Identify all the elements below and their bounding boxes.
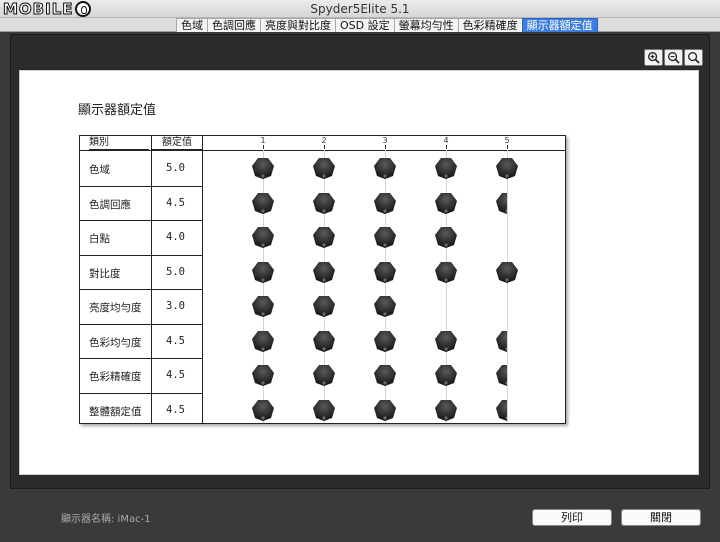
zoom-out-icon bbox=[668, 52, 680, 64]
row-category: 色彩均勻度 bbox=[89, 336, 142, 349]
rating-puck bbox=[435, 261, 457, 283]
rating-puck bbox=[435, 399, 457, 421]
rating-puck bbox=[374, 365, 396, 386]
rating-puck bbox=[435, 158, 457, 179]
zoom-fit-button[interactable] bbox=[684, 49, 703, 66]
scale-label-3: 3 bbox=[382, 136, 388, 145]
row-divider bbox=[80, 289, 202, 290]
display-name-label: 顯示器名稱: iMac-1 bbox=[61, 514, 151, 525]
rating-puck-half bbox=[496, 365, 507, 386]
print-button[interactable]: 列印 bbox=[532, 509, 612, 526]
rating-puck bbox=[252, 399, 274, 421]
rating-puck bbox=[496, 158, 518, 179]
rating-puck bbox=[313, 158, 335, 179]
scale-tick bbox=[446, 145, 447, 149]
rating-puck bbox=[374, 399, 396, 421]
scale-label-1: 1 bbox=[260, 136, 266, 145]
rating-puck bbox=[374, 330, 396, 352]
rating-puck bbox=[435, 227, 457, 248]
rating-puck bbox=[374, 158, 396, 179]
rating-puck bbox=[313, 227, 335, 248]
column-header-category: 類別 bbox=[89, 136, 149, 150]
row-divider bbox=[80, 254, 202, 256]
row-rating: 4.0 bbox=[166, 231, 185, 243]
row-rating: 5.0 bbox=[166, 162, 185, 174]
scale-tick bbox=[324, 145, 325, 149]
row-category: 亮度均勻度 bbox=[89, 302, 142, 314]
row-category: 色調回應 bbox=[89, 198, 131, 211]
rating-puck-half bbox=[496, 192, 507, 214]
tab-0[interactable]: 色域 bbox=[176, 18, 208, 32]
rating-puck bbox=[374, 192, 396, 214]
row-rating: 4.5 bbox=[166, 403, 185, 416]
row-category: 色彩精確度 bbox=[89, 371, 142, 383]
rating-puck bbox=[252, 227, 274, 248]
column-divider bbox=[151, 136, 152, 423]
rating-puck bbox=[252, 261, 274, 283]
row-rating: 3.0 bbox=[166, 300, 185, 312]
rating-table: 類別 額定值 1 2 3 4 5 色域 5.0 色調回應 4.5 白點 4.0 對比度 5.0 亮度均勻度… bbox=[79, 135, 566, 424]
rating-puck bbox=[313, 261, 335, 283]
zoom-controls bbox=[644, 49, 703, 66]
tab-list: 色域 色調回應 亮度與對比度 OSD 設定 螢幕均勻性 色彩精確度 顯示器額定值 bbox=[176, 18, 598, 32]
rating-puck bbox=[435, 192, 457, 214]
rating-puck bbox=[313, 330, 335, 352]
title-bar: MOBILE Spyder5Elite 5.1 bbox=[0, 0, 720, 19]
zoom-in-icon bbox=[648, 52, 660, 64]
tab-1[interactable]: 色調回應 bbox=[207, 18, 261, 32]
tab-6[interactable]: 顯示器額定值 bbox=[521, 18, 598, 32]
row-category: 整體額定值 bbox=[89, 405, 142, 418]
row-rating: 5.0 bbox=[166, 265, 185, 278]
rating-puck bbox=[252, 192, 274, 214]
zoom-out-button[interactable] bbox=[664, 49, 683, 66]
header-divider bbox=[80, 150, 565, 151]
rating-puck bbox=[252, 365, 274, 386]
rating-puck bbox=[252, 296, 274, 317]
scale-tick bbox=[263, 145, 264, 149]
report-heading: 顯示器額定值 bbox=[78, 103, 157, 118]
rating-puck bbox=[435, 365, 457, 386]
row-rating: 4.5 bbox=[166, 196, 185, 209]
scale-label-5: 5 bbox=[504, 136, 510, 145]
rating-puck bbox=[496, 261, 518, 283]
column-header-rating: 額定值 bbox=[152, 136, 202, 150]
scale-tick bbox=[507, 145, 508, 149]
rating-puck bbox=[374, 227, 396, 248]
rating-puck-half bbox=[496, 399, 507, 421]
row-divider bbox=[80, 392, 202, 394]
row-divider bbox=[80, 220, 202, 221]
tab-4[interactable]: 螢幕均勻性 bbox=[393, 18, 459, 32]
rating-puck bbox=[313, 296, 335, 317]
rating-puck-half bbox=[496, 330, 507, 352]
rating-puck bbox=[374, 296, 396, 317]
scale-tick bbox=[385, 145, 386, 149]
tab-5[interactable]: 色彩精確度 bbox=[457, 18, 523, 32]
window-title: Spyder5Elite 5.1 bbox=[310, 2, 410, 16]
scale-label-2: 2 bbox=[321, 136, 327, 145]
row-rating: 4.5 bbox=[166, 369, 185, 381]
row-rating: 4.5 bbox=[166, 334, 185, 347]
row-divider bbox=[80, 358, 202, 359]
row-category: 對比度 bbox=[89, 267, 121, 280]
rating-puck bbox=[374, 261, 396, 283]
tab-2[interactable]: 亮度與對比度 bbox=[260, 18, 336, 32]
row-category: 色域 bbox=[89, 164, 110, 176]
close-button[interactable]: 關閉 bbox=[621, 509, 701, 526]
rating-puck bbox=[252, 158, 274, 179]
zoom-fit-icon bbox=[688, 52, 700, 64]
rating-puck bbox=[252, 330, 274, 352]
row-divider bbox=[80, 323, 202, 325]
zoom-in-button[interactable] bbox=[644, 49, 663, 66]
row-category: 白點 bbox=[89, 233, 110, 245]
scale-label-4: 4 bbox=[443, 136, 449, 145]
row-divider bbox=[80, 185, 202, 187]
tab-bar: 色域 色調回應 亮度與對比度 OSD 設定 螢幕均勻性 色彩精確度 顯示器額定值 bbox=[0, 18, 720, 32]
rating-puck bbox=[313, 192, 335, 214]
tab-3[interactable]: OSD 設定 bbox=[335, 18, 395, 32]
rating-puck bbox=[313, 365, 335, 386]
column-divider bbox=[202, 136, 203, 423]
rating-puck bbox=[435, 330, 457, 352]
rating-puck bbox=[313, 399, 335, 421]
